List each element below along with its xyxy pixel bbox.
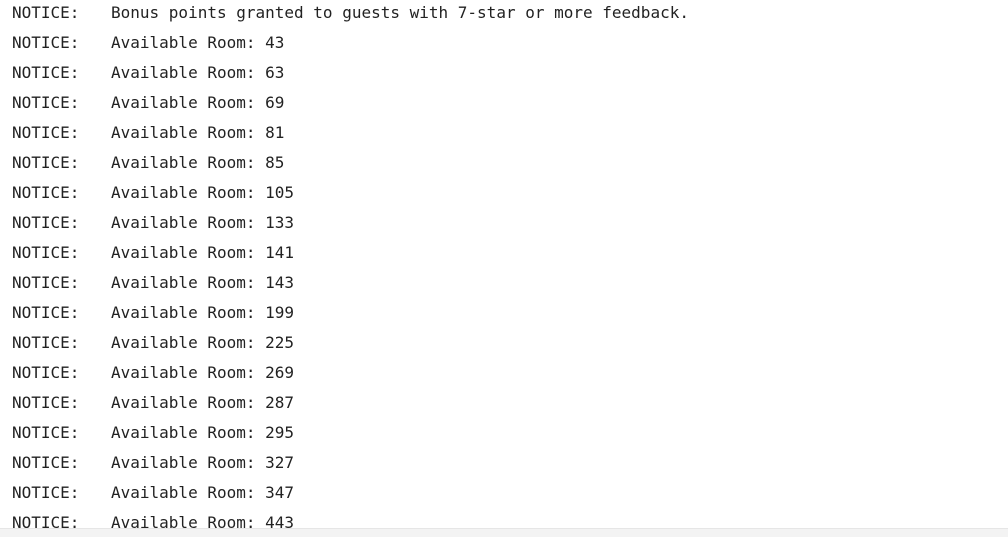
log-level: NOTICE: [12, 483, 80, 502]
log-line: NOTICE: Bonus points granted to guests wi… [12, 0, 1008, 30]
log-message: Available Room: 225 [111, 333, 295, 352]
log-level: NOTICE: [12, 93, 80, 112]
log-line: NOTICE: Available Room: 327 [12, 450, 1008, 480]
log-line: NOTICE: Available Room: 69 [12, 90, 1008, 120]
log-level: NOTICE: [12, 63, 80, 82]
log-message: Available Room: 327 [111, 453, 295, 472]
log-list: NOTICE: Bonus points granted to guests wi… [12, 0, 1008, 537]
log-line: NOTICE: Available Room: 43 [12, 30, 1008, 60]
log-level: NOTICE: [12, 33, 80, 52]
log-message: Available Room: 81 [111, 123, 285, 142]
horizontal-scrollbar[interactable] [0, 528, 1008, 537]
log-line: NOTICE: Available Room: 347 [12, 480, 1008, 510]
log-message: Available Room: 141 [111, 243, 295, 262]
log-message: Available Room: 43 [111, 33, 285, 52]
log-level: NOTICE: [12, 213, 80, 232]
log-level: NOTICE: [12, 393, 80, 412]
log-level: NOTICE: [12, 153, 80, 172]
log-line: NOTICE: Available Room: 63 [12, 60, 1008, 90]
log-message: Available Room: 63 [111, 63, 285, 82]
log-line: NOTICE: Available Room: 143 [12, 270, 1008, 300]
log-message: Available Room: 133 [111, 213, 295, 232]
log-message: Bonus points granted to guests with 7-st… [111, 3, 689, 22]
console-output: NOTICE: Bonus points granted to guests wi… [0, 0, 1008, 537]
log-message: Available Room: 69 [111, 93, 285, 112]
log-level: NOTICE: [12, 273, 80, 292]
log-line: NOTICE: Available Room: 295 [12, 420, 1008, 450]
log-message: Available Room: 143 [111, 273, 295, 292]
log-line: NOTICE: Available Room: 81 [12, 120, 1008, 150]
log-level: NOTICE: [12, 363, 80, 382]
log-level: NOTICE: [12, 453, 80, 472]
log-line: NOTICE: Available Room: 269 [12, 360, 1008, 390]
log-line: NOTICE: Available Room: 225 [12, 330, 1008, 360]
log-message: Available Room: 269 [111, 363, 295, 382]
log-message: Available Room: 295 [111, 423, 295, 442]
log-message: Available Room: 199 [111, 303, 295, 322]
log-level: NOTICE: [12, 3, 80, 22]
log-level: NOTICE: [12, 303, 80, 322]
log-level: NOTICE: [12, 183, 80, 202]
log-line: NOTICE: Available Room: 133 [12, 210, 1008, 240]
log-message: Available Room: 287 [111, 393, 295, 412]
log-level: NOTICE: [12, 423, 80, 442]
log-message: Available Room: 105 [111, 183, 295, 202]
log-message: Available Room: 85 [111, 153, 285, 172]
log-line: NOTICE: Available Room: 199 [12, 300, 1008, 330]
log-line: NOTICE: Available Room: 141 [12, 240, 1008, 270]
log-line: NOTICE: Available Room: 105 [12, 180, 1008, 210]
log-level: NOTICE: [12, 243, 80, 262]
log-line: NOTICE: Available Room: 287 [12, 390, 1008, 420]
log-level: NOTICE: [12, 333, 80, 352]
log-line: NOTICE: Available Room: 85 [12, 150, 1008, 180]
log-message: Available Room: 347 [111, 483, 295, 502]
log-level: NOTICE: [12, 123, 80, 142]
